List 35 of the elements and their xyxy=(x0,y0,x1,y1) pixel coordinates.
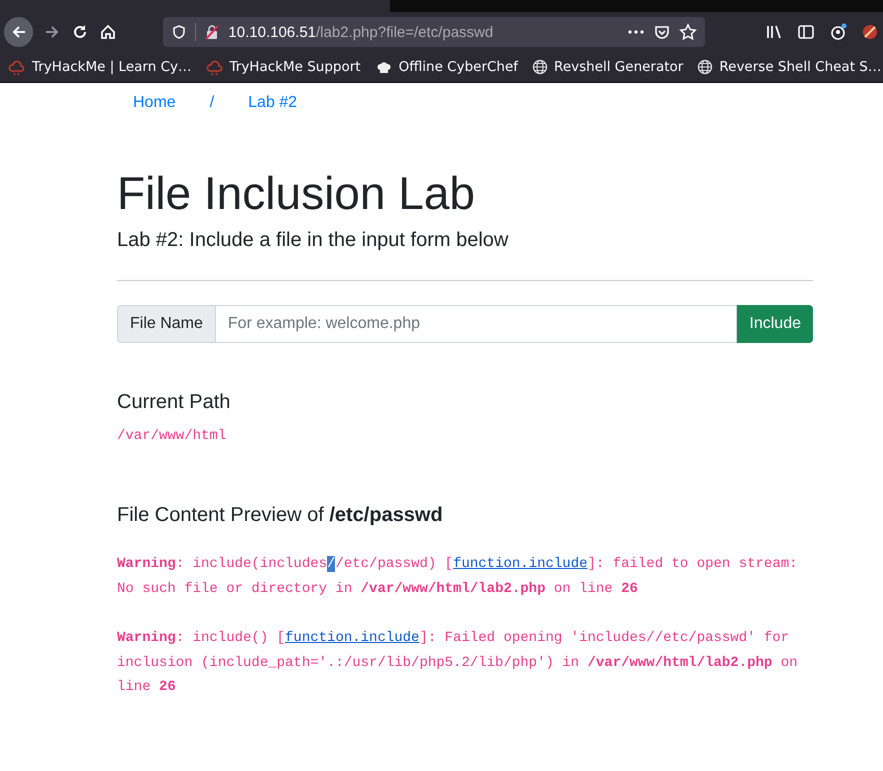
star-icon[interactable] xyxy=(679,23,697,41)
pocket-icon[interactable] xyxy=(653,23,671,41)
breadcrumb-separator: / xyxy=(208,94,216,112)
crossed-lock-icon xyxy=(204,24,220,40)
sidebar-icon[interactable] xyxy=(797,23,815,41)
page-title: File Inclusion Lab xyxy=(117,166,476,221)
globe-icon xyxy=(697,59,714,75)
file-name-field[interactable]: For example: welcome.php xyxy=(216,305,738,344)
bookmark[interactable]: TryHackMe Support xyxy=(206,58,361,76)
section-title: Current Path xyxy=(117,391,232,414)
breadcrumb-link[interactable]: Lab #2 xyxy=(248,94,298,112)
shield-icon xyxy=(171,24,188,40)
warning-message: Warning: include(includes//etc/passwd) [function.include]: failed to open stream: No such file or directory in /var/www/html/lab2.php on line 26 xyxy=(117,555,799,599)
section-title: File Content Preview of /etc/passwd xyxy=(117,504,444,528)
url-text: 10.10.106.51/lab2.php?file=/etc/passwd xyxy=(228,24,494,40)
page-subtitle: Lab #2: Include a file in the input form below xyxy=(117,229,510,252)
warning-message: Warning: include() [function.include]: Failed opening 'includes//etc/passwd' for inclusion (include_path='.:/usr/lib/php5.2/lib/php') in /var/www/html/lab2.php on line 26 xyxy=(117,629,799,698)
globe-icon xyxy=(532,59,548,75)
back-button[interactable] xyxy=(4,17,34,47)
include-button[interactable]: Include xyxy=(737,305,813,344)
field-label: File Name xyxy=(117,305,216,344)
path-text: /var/www/html xyxy=(117,428,228,444)
library-icon[interactable] xyxy=(765,23,783,41)
cloud-icon xyxy=(206,58,224,76)
function-link[interactable]: function.include xyxy=(285,630,420,646)
breadcrumb-link[interactable]: Home xyxy=(133,94,176,112)
home-icon[interactable] xyxy=(99,23,118,41)
bookmark[interactable]: Reverse Shell Cheat S… xyxy=(697,59,882,75)
bookmark[interactable]: Offline CyberChef xyxy=(374,59,518,75)
account-icon[interactable] xyxy=(829,23,847,41)
bookmark[interactable]: TryHackMe | Learn Cy… xyxy=(8,58,192,76)
function-link[interactable]: function.include xyxy=(453,556,588,572)
bookmark[interactable]: Revshell Generator xyxy=(532,59,684,75)
address-bar[interactable]: 10.10.106.51/lab2.php?file=/etc/passwd xyxy=(163,17,705,47)
cloud-icon xyxy=(8,58,26,76)
